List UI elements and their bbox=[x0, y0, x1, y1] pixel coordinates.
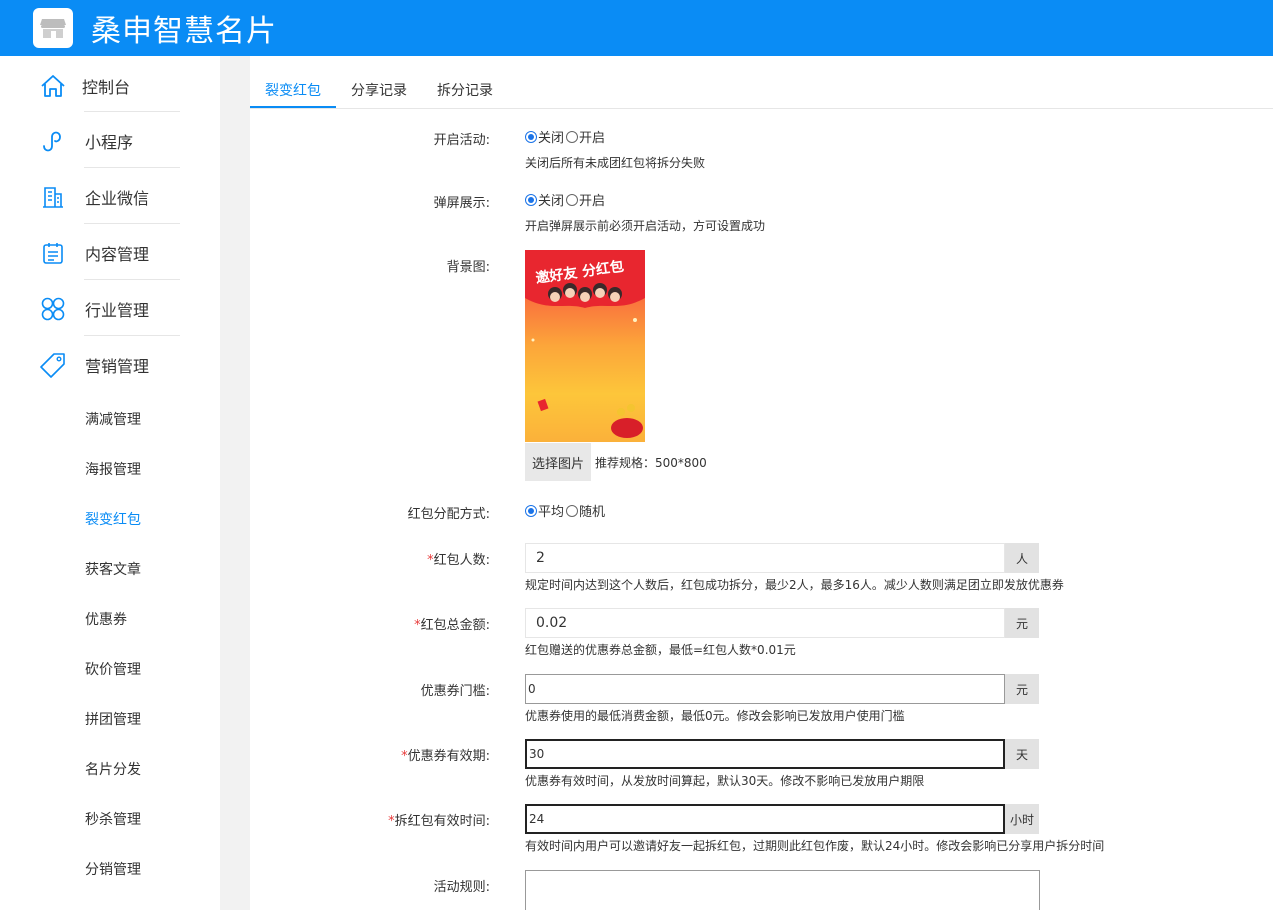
popup-off-radio[interactable] bbox=[525, 193, 537, 206]
sidebar-item-wecom[interactable]: 企业微信 bbox=[0, 169, 220, 225]
content-panel: 裂变红包 分享记录 拆分记录 开启活动: 关闭 开启 关闭后所有未成团红包将拆分… bbox=[250, 56, 1273, 910]
distribution-radio-group: 平均 随机 bbox=[525, 501, 607, 520]
field-label: 红包总金额: bbox=[420, 618, 490, 633]
split-time-input-group: 小时 bbox=[525, 804, 1039, 834]
popup-label: 弹屏展示: bbox=[433, 196, 490, 211]
amount-input[interactable] bbox=[525, 608, 1005, 638]
amount-label: *红包总金额: bbox=[250, 614, 490, 633]
sidebar-item-label: 小程序 bbox=[85, 133, 134, 152]
sidebar-item-label: 行业管理 bbox=[85, 301, 150, 320]
threshold-input[interactable] bbox=[525, 674, 1005, 704]
split-time-unit: 小时 bbox=[1005, 804, 1039, 834]
submenu-item-distribution[interactable]: 分销管理 bbox=[85, 859, 141, 879]
choose-image-button[interactable]: 选择图片 bbox=[525, 443, 591, 481]
sidebar-item-label: 企业微信 bbox=[85, 189, 150, 208]
activity-on-radio[interactable] bbox=[566, 130, 579, 143]
sidebar: 控制台 小程序 企业微信 内容管理 行业管理 营销管理 满减管理 海报管理 裂变… bbox=[0, 56, 220, 910]
field-label: 拆红包有效时间: bbox=[394, 814, 490, 829]
split-time-hint: 有效时间内用户可以邀请好友一起拆红包，过期则此红包作废，默认24小时。修改会影响… bbox=[525, 839, 1105, 853]
image-spec-hint: 推荐规格：500*800 bbox=[595, 456, 707, 470]
count-unit: 人 bbox=[1005, 543, 1039, 573]
submenu-item-articles[interactable]: 获客文章 bbox=[85, 559, 141, 579]
sidebar-item-content[interactable]: 内容管理 bbox=[0, 225, 220, 281]
validity-input-group: 天 bbox=[525, 739, 1039, 769]
store-logo-icon bbox=[33, 8, 73, 48]
radio-label: 开启 bbox=[579, 131, 606, 146]
sidebar-item-industry[interactable]: 行业管理 bbox=[0, 281, 220, 337]
divider bbox=[84, 223, 180, 224]
activity-off-radio[interactable] bbox=[525, 130, 537, 143]
main-area: 裂变红包 分享记录 拆分记录 开启活动: 关闭 开启 关闭后所有未成团红包将拆分… bbox=[220, 56, 1273, 910]
sidebar-item-marketing[interactable]: 营销管理 bbox=[0, 337, 220, 393]
activity-radio-group: 关闭 开启 bbox=[525, 127, 607, 146]
background-preview-image: 邀好友 分红包 bbox=[525, 250, 645, 442]
amount-hint: 红包赠送的优惠券总金额，最低=红包人数*0.01元 bbox=[525, 643, 796, 657]
app-title: 桑申智慧名片 bbox=[91, 14, 277, 49]
validity-label: *优惠券有效期: bbox=[250, 745, 490, 764]
activity-label: 开启活动: bbox=[433, 133, 490, 148]
submenu-item-full-reduction[interactable]: 满减管理 bbox=[85, 409, 141, 429]
threshold-label: 优惠券门槛: bbox=[420, 684, 490, 699]
count-hint: 规定时间内达到这个人数后，红包成功拆分，最少2人，最多16人。减少人数则满足团立… bbox=[525, 578, 1064, 592]
sidebar-item-label: 营销管理 bbox=[85, 357, 150, 376]
validity-hint: 优惠券有效时间，从发放时间算起，默认30天。修改不影响已发放用户期限 bbox=[525, 774, 925, 788]
tab-share-records[interactable]: 分享记录 bbox=[351, 80, 407, 100]
sidebar-item-label: 控制台 bbox=[82, 78, 131, 97]
count-input-group: 人 bbox=[525, 543, 1039, 573]
radio-label: 关闭 bbox=[538, 194, 565, 209]
tab-split-records[interactable]: 拆分记录 bbox=[437, 80, 493, 100]
divider bbox=[84, 335, 180, 336]
field-label: 优惠券有效期: bbox=[407, 749, 490, 764]
amount-input-group: 元 bbox=[525, 608, 1039, 638]
building-icon bbox=[40, 184, 66, 210]
validity-input[interactable] bbox=[525, 739, 1005, 769]
radio-label: 开启 bbox=[579, 194, 606, 209]
split-time-input[interactable] bbox=[525, 804, 1005, 834]
split-time-label: *拆红包有效时间: bbox=[250, 810, 490, 829]
threshold-unit: 元 bbox=[1005, 674, 1039, 704]
popup-radio-group: 关闭 开启 bbox=[525, 190, 607, 209]
sidebar-item-dashboard[interactable]: 控制台 bbox=[0, 58, 220, 114]
submenu-item-bargain[interactable]: 砍价管理 bbox=[85, 659, 141, 679]
field-label: 红包人数: bbox=[433, 553, 490, 568]
radio-label: 随机 bbox=[579, 505, 606, 520]
submenu-item-group-buy[interactable]: 拼团管理 bbox=[85, 709, 141, 729]
radio-label: 平均 bbox=[538, 505, 565, 520]
submenu-item-poster[interactable]: 海报管理 bbox=[85, 459, 141, 479]
threshold-hint: 优惠券使用的最低消费金额，最低0元。修改会影响已发放用户使用门槛 bbox=[525, 709, 905, 723]
popup-hint: 开启弹屏展示前必须开启活动，方可设置成功 bbox=[525, 219, 766, 233]
background-label: 背景图: bbox=[446, 260, 490, 275]
submenu-item-fission-redpacket[interactable]: 裂变红包 bbox=[85, 509, 141, 529]
clover-icon bbox=[40, 296, 66, 322]
tab-active-indicator bbox=[250, 106, 336, 108]
distribution-random-radio[interactable] bbox=[566, 504, 579, 517]
sidebar-item-miniprogram[interactable]: 小程序 bbox=[0, 113, 220, 169]
count-label: *红包人数: bbox=[250, 549, 490, 568]
popup-on-radio[interactable] bbox=[566, 193, 579, 206]
validity-unit: 天 bbox=[1005, 739, 1039, 769]
divider bbox=[84, 167, 180, 168]
tab-fission-redpacket[interactable]: 裂变红包 bbox=[265, 80, 321, 100]
distribution-average-radio[interactable] bbox=[525, 504, 537, 517]
count-input[interactable] bbox=[525, 543, 1005, 573]
submenu-item-coupons[interactable]: 优惠券 bbox=[85, 609, 127, 629]
tag-icon bbox=[40, 352, 66, 378]
tab-bar: 裂变红包 分享记录 拆分记录 bbox=[250, 70, 1273, 109]
distribution-label: 红包分配方式: bbox=[407, 507, 490, 522]
sidebar-item-label: 内容管理 bbox=[85, 245, 150, 264]
submenu-item-card-distribution[interactable]: 名片分发 bbox=[85, 759, 141, 779]
radio-label: 关闭 bbox=[538, 131, 565, 146]
rules-label: 活动规则: bbox=[433, 880, 490, 895]
threshold-input-group: 元 bbox=[525, 674, 1039, 704]
miniprogram-icon bbox=[40, 128, 66, 154]
submenu-item-flash-sale[interactable]: 秒杀管理 bbox=[85, 809, 141, 829]
amount-unit: 元 bbox=[1005, 608, 1039, 638]
clipboard-icon bbox=[40, 240, 66, 266]
activity-hint: 关闭后所有未成团红包将拆分失败 bbox=[525, 156, 706, 170]
divider bbox=[84, 279, 180, 280]
rules-textarea[interactable] bbox=[525, 870, 1040, 910]
divider bbox=[84, 111, 180, 112]
home-icon bbox=[40, 73, 66, 99]
top-header: 桑申智慧名片 bbox=[0, 0, 1273, 56]
